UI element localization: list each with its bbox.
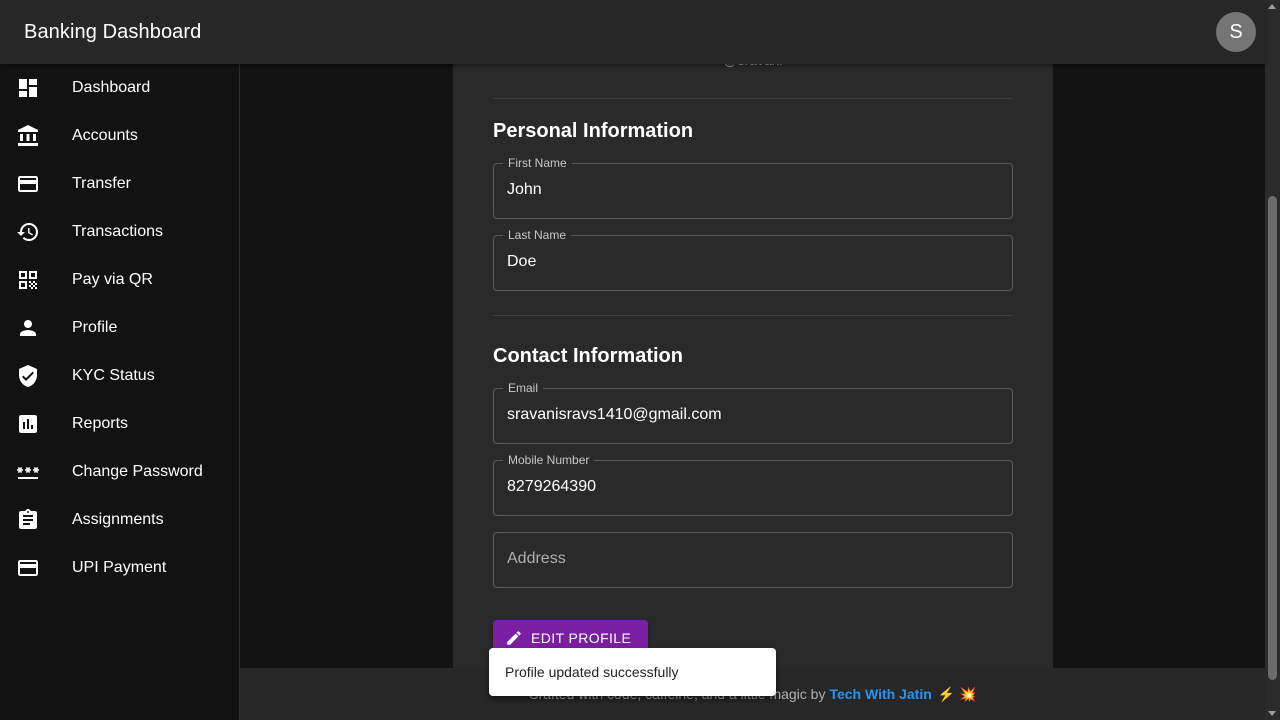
- qr-code-icon: [16, 268, 40, 292]
- sidebar-item-assignments[interactable]: Assignments: [0, 496, 239, 544]
- sidebar-item-label: Dashboard: [72, 79, 151, 96]
- mobile-number-label: Mobile Number: [503, 453, 595, 467]
- credit-card-icon: [16, 556, 40, 580]
- email-value: sravanisravs1410@gmail.com: [507, 406, 722, 423]
- contact-info-title: Contact Information: [493, 345, 683, 367]
- toast-message: Profile updated successfully: [505, 664, 679, 680]
- sidebar-item-label: Transactions: [72, 223, 163, 240]
- first-name-field[interactable]: First Name John: [493, 156, 1013, 219]
- scrollbar-thumb[interactable]: [1268, 196, 1277, 680]
- credit-card-icon: [16, 172, 40, 196]
- sidebar-item-dashboard[interactable]: Dashboard: [0, 64, 239, 112]
- first-name-label: First Name: [503, 156, 572, 170]
- sidebar-item-reports[interactable]: Reports: [0, 400, 239, 448]
- address-field[interactable]: Address: [493, 532, 1013, 588]
- person-icon: [16, 316, 40, 340]
- sidebar-item-transactions[interactable]: Transactions: [0, 208, 239, 256]
- address-placeholder: Address: [507, 550, 566, 567]
- scroll-down-arrow-icon[interactable]: [1268, 711, 1276, 716]
- dashboard-icon: [16, 76, 40, 100]
- sidebar-item-label: Reports: [72, 415, 129, 432]
- sidebar-item-label: UPI Payment: [72, 559, 167, 576]
- sidebar-item-profile[interactable]: Profile: [0, 304, 239, 352]
- app-title: Banking Dashboard: [24, 20, 202, 43]
- bar-chart-icon: [16, 412, 40, 436]
- profile-card: @sravani Personal Information First Name…: [453, 52, 1053, 668]
- success-toast: Profile updated successfully: [489, 648, 776, 696]
- sidebar-item-pay-via-qr[interactable]: Pay via QR: [0, 256, 239, 304]
- sidebar: Dashboard Accounts Transfer Transactions…: [0, 64, 240, 720]
- last-name-value: Doe: [507, 253, 537, 270]
- sidebar-item-label: Transfer: [72, 175, 131, 192]
- last-name-field[interactable]: Last Name Doe: [493, 228, 1013, 291]
- sidebar-item-kyc-status[interactable]: KYC Status: [0, 352, 239, 400]
- clipboard-icon: [16, 508, 40, 532]
- sidebar-item-label: Change Password: [72, 463, 203, 480]
- app-bar: Banking Dashboard: [0, 0, 1265, 64]
- sidebar-item-label: Profile: [72, 319, 118, 336]
- password-icon: [16, 460, 40, 484]
- verified-shield-icon: [16, 364, 40, 388]
- email-label: Email: [503, 381, 544, 395]
- footer-author-link[interactable]: Tech With Jatin: [829, 686, 931, 702]
- edit-pencil-icon: [505, 629, 523, 647]
- last-name-label: Last Name: [503, 228, 572, 242]
- bank-icon: [16, 124, 40, 148]
- edit-profile-label: EDIT PROFILE: [531, 630, 632, 646]
- sidebar-item-label: KYC Status: [72, 367, 155, 384]
- sidebar-item-change-password[interactable]: Change Password: [0, 448, 239, 496]
- personal-info-title: Personal Information: [493, 120, 694, 142]
- sidebar-item-accounts[interactable]: Accounts: [0, 112, 239, 160]
- history-icon: [16, 220, 40, 244]
- user-avatar[interactable]: S: [1216, 12, 1256, 52]
- sidebar-item-label: Accounts: [72, 127, 138, 144]
- scroll-up-arrow-icon[interactable]: [1268, 4, 1276, 9]
- divider: [493, 98, 1013, 99]
- sidebar-item-label: Assignments: [72, 511, 164, 528]
- divider: [493, 315, 1013, 316]
- page-scrollbar[interactable]: [1265, 0, 1280, 720]
- mobile-number-field[interactable]: Mobile Number 8279264390: [493, 453, 1013, 516]
- sidebar-item-upi-payment[interactable]: UPI Payment: [0, 544, 239, 592]
- sidebar-item-label: Pay via QR: [72, 271, 153, 288]
- mobile-number-value: 8279264390: [507, 478, 596, 495]
- main-content: @sravani Personal Information First Name…: [240, 52, 1265, 720]
- email-field[interactable]: Email sravanisravs1410@gmail.com: [493, 381, 1013, 444]
- first-name-value: John: [507, 181, 542, 198]
- footer-emojis: ⚡ 💥: [937, 685, 977, 702]
- sidebar-item-transfer[interactable]: Transfer: [0, 160, 239, 208]
